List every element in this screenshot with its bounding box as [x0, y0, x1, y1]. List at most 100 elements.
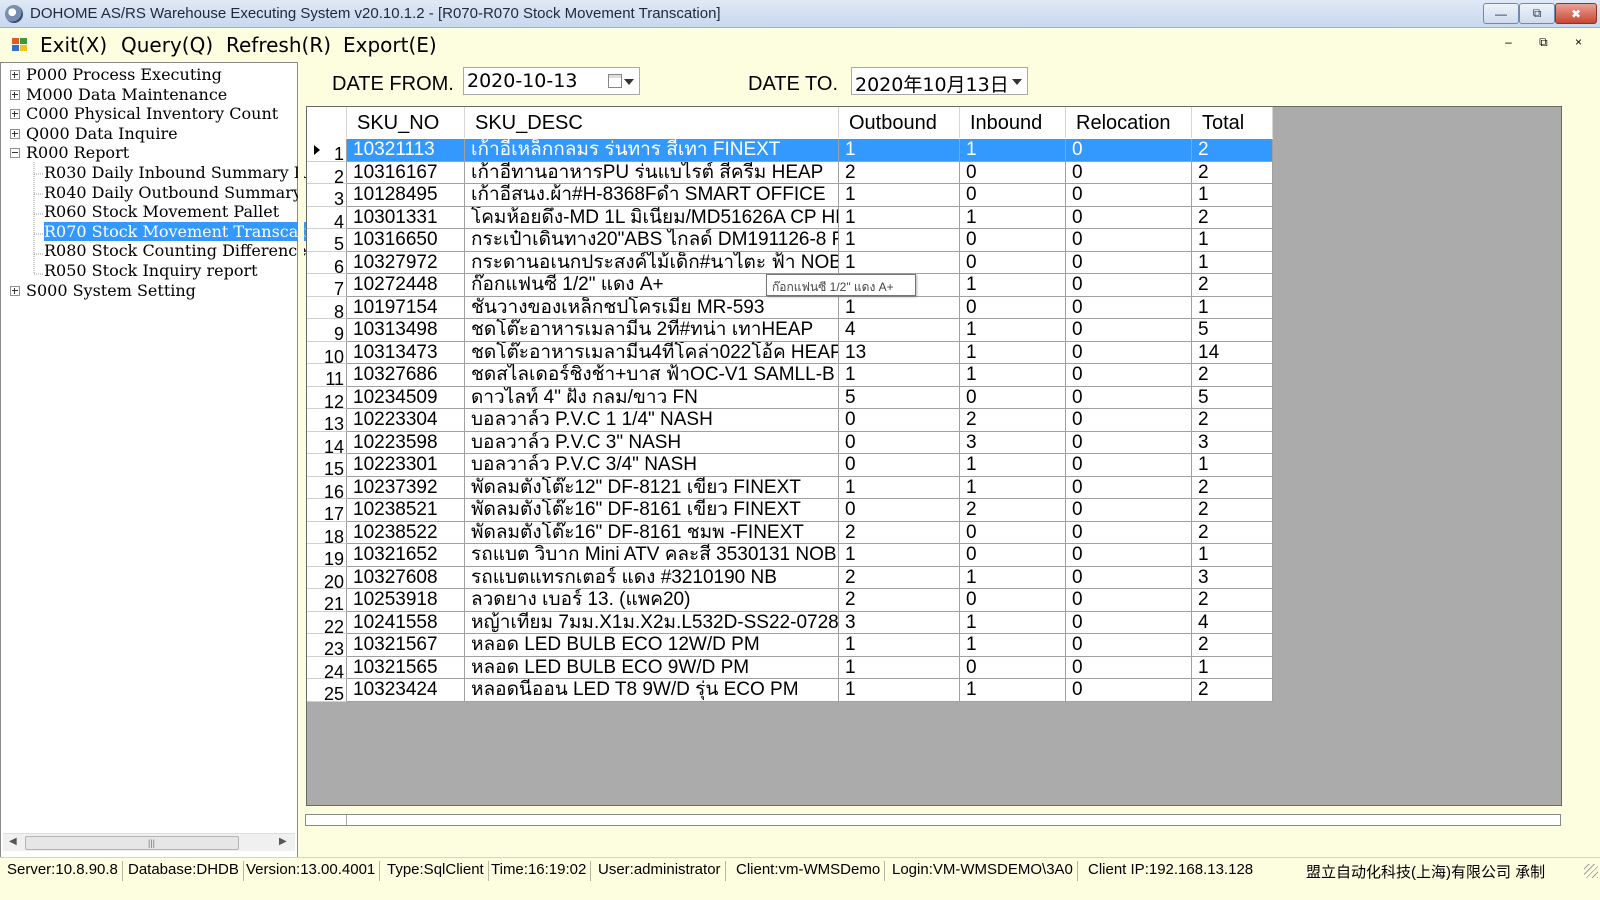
menu-refresh[interactable]: Refresh(R)	[226, 33, 331, 57]
cell-total[interactable]: 2	[1192, 161, 1273, 184]
tree-item[interactable]: M000 Data Maintenance	[1, 85, 297, 105]
row-header[interactable]: 21	[307, 589, 347, 614]
cell-relocation[interactable]: 0	[1066, 634, 1192, 657]
cell-outbound[interactable]: 2	[839, 161, 960, 184]
table-row[interactable]: 8 10197154 ชันวางของเหล็กชปโครเมีย MR-593 1…	[307, 296, 1273, 322]
cell-inbound[interactable]: 1	[960, 476, 1066, 499]
cell-inbound[interactable]: 0	[960, 386, 1066, 409]
chevron-down-icon[interactable]	[1012, 79, 1022, 85]
cell-sku-desc[interactable]: หลอด LED BULB ECO 9W/D PM	[465, 656, 839, 679]
cell-sku-no[interactable]: 10321567	[347, 634, 465, 657]
mdi-window-controls[interactable]: – ⧉ ×	[1505, 35, 1594, 50]
table-row[interactable]: 17 10238521 พัดลมตังโต๊ะ16" DF-8161 เขียว …	[307, 499, 1273, 524]
cell-outbound[interactable]: 1	[839, 634, 960, 657]
date-to-picker[interactable]: 2020年10月13日	[851, 67, 1028, 96]
cell-sku-no[interactable]: 10234509	[347, 386, 465, 409]
cell-outbound[interactable]: 1	[839, 544, 960, 567]
cell-inbound[interactable]: 1	[960, 634, 1066, 657]
column-header-inbound[interactable]: Inbound	[960, 107, 1066, 138]
close-button[interactable]: ✖	[1555, 3, 1597, 24]
row-header[interactable]: 24	[307, 656, 347, 682]
row-header[interactable]: 16	[307, 476, 347, 502]
cell-relocation[interactable]: 0	[1066, 476, 1192, 499]
cell-relocation[interactable]: 0	[1066, 656, 1192, 679]
column-header-total[interactable]: Total	[1192, 107, 1273, 138]
table-row[interactable]: 10 10313473 ชดโต๊ะอาหารเมลามีน4ทีโคล่า022โ…	[307, 341, 1273, 367]
cell-relocation[interactable]: 0	[1066, 386, 1192, 409]
cell-total[interactable]: 1	[1192, 544, 1273, 567]
cell-sku-no[interactable]: 10128495	[347, 184, 465, 207]
table-row[interactable]: 2 10316167 เก้าอีทานอาหารPU ร่นแบไรต์ สีคร…	[307, 161, 1273, 187]
cell-sku-no[interactable]: 10238522	[347, 521, 465, 544]
cell-relocation[interactable]: 0	[1066, 454, 1192, 477]
scroll-left-icon[interactable]: ◀	[9, 836, 17, 847]
expand-icon[interactable]	[10, 70, 20, 80]
expand-icon[interactable]	[10, 109, 20, 120]
cell-sku-no[interactable]: 10223598	[347, 431, 465, 454]
row-header[interactable]: 10	[307, 341, 347, 367]
cell-inbound[interactable]: 1	[960, 679, 1066, 702]
row-header[interactable]: 4	[307, 206, 347, 232]
cell-sku-desc[interactable]: กระเป๋าเดินทาง20"ABS ไกลด์ DM191126-8 FN	[465, 229, 839, 252]
table-row[interactable]: 20 10327608 รถแบตแทรกเตอร์ แดง #3210190 NB…	[307, 566, 1273, 592]
cell-sku-no[interactable]: 10223304	[347, 409, 465, 432]
tree-item[interactable]: R070 Stock Movement Transcatio	[1, 221, 320, 242]
cell-relocation[interactable]: 0	[1066, 521, 1192, 544]
cell-sku-no[interactable]: 10313498	[347, 319, 465, 342]
cell-outbound[interactable]: 2	[839, 521, 960, 544]
cell-sku-desc[interactable]: บอลวาล์ว P.V.C 3/4" NASH	[465, 454, 839, 477]
cell-inbound[interactable]: 1	[960, 611, 1066, 634]
table-row[interactable]: 15 10223301 บอลวาล์ว P.V.C 3/4" NASH 0 1 0 1	[307, 454, 1273, 479]
cell-inbound[interactable]: 1	[960, 341, 1066, 364]
cell-relocation[interactable]: 0	[1066, 544, 1192, 567]
cell-outbound[interactable]: 1	[839, 656, 960, 679]
cell-total[interactable]: 2	[1192, 364, 1273, 387]
cell-outbound[interactable]: 0	[839, 454, 960, 477]
cell-outbound[interactable]: 1	[839, 206, 960, 229]
cell-total[interactable]: 2	[1192, 589, 1273, 612]
table-row[interactable]: 25 10323424 หลอดนีออน LED T8 9W/D รุ่น ECO…	[307, 679, 1273, 704]
cell-relocation[interactable]: 0	[1066, 611, 1192, 634]
cell-inbound[interactable]: 1	[960, 206, 1066, 229]
cell-inbound[interactable]: 2	[960, 409, 1066, 432]
cell-total[interactable]: 1	[1192, 454, 1273, 477]
detail-grid[interactable]	[305, 814, 1561, 826]
cell-relocation[interactable]: 0	[1066, 409, 1192, 432]
cell-sku-no[interactable]: 10321113	[347, 139, 465, 162]
table-row[interactable]: 19 10321652 รถแบต วิบาก Mini ATV คละสี 353…	[307, 544, 1273, 569]
tree-item[interactable]: C000 Physical Inventory Count	[1, 104, 297, 124]
cell-outbound[interactable]: 4	[839, 319, 960, 342]
expand-icon[interactable]	[10, 128, 20, 139]
cell-sku-no[interactable]: 10313473	[347, 341, 465, 364]
cell-sku-desc[interactable]: ลวดยาง เบอร์ 13. (แพค20)	[465, 589, 839, 612]
cell-outbound[interactable]: 1	[839, 296, 960, 319]
tree-item[interactable]: R000 Report	[1, 143, 297, 163]
table-row[interactable]: 5 10316650 กระเป๋าเดินทาง20"ABS ไกลด์ DM19…	[307, 229, 1273, 254]
row-header[interactable]: 25	[307, 679, 347, 704]
cell-relocation[interactable]: 0	[1066, 341, 1192, 364]
cell-outbound[interactable]: 0	[839, 431, 960, 454]
cell-relocation[interactable]: 0	[1066, 319, 1192, 342]
cell-relocation[interactable]: 0	[1066, 206, 1192, 229]
cell-inbound[interactable]: 1	[960, 274, 1066, 297]
expand-icon[interactable]	[10, 89, 20, 100]
cell-outbound[interactable]: 1	[839, 364, 960, 387]
cell-total[interactable]: 5	[1192, 386, 1273, 409]
cell-outbound[interactable]: 0	[839, 409, 960, 432]
cell-total[interactable]: 5	[1192, 319, 1273, 342]
cell-outbound[interactable]: 1	[839, 229, 960, 252]
row-header[interactable]: 18	[307, 521, 347, 547]
cell-outbound[interactable]: 3	[839, 611, 960, 634]
cell-outbound[interactable]: 13	[839, 341, 960, 364]
resize-grip-icon[interactable]	[1584, 864, 1598, 878]
cell-inbound[interactable]: 0	[960, 544, 1066, 567]
cell-relocation[interactable]: 0	[1066, 139, 1192, 162]
cell-sku-desc[interactable]: พัดลมตังโต๊ะ12" DF-8121 เขียว FINEXT	[465, 476, 839, 499]
panel-splitter[interactable]	[298, 62, 304, 876]
table-row[interactable]: 1 10321113 เก้าอีเหล็กกลมร ร่นทาร สีเทา FI…	[307, 139, 1273, 164]
calendar-icon[interactable]	[608, 74, 622, 88]
cell-total[interactable]: 1	[1192, 251, 1273, 274]
cell-sku-no[interactable]: 10253918	[347, 589, 465, 612]
cell-sku-no[interactable]: 10323424	[347, 679, 465, 702]
table-row[interactable]: 6 10327972 กระดานอเนกประสงค์ไม้เด็ก#นาไตะ …	[307, 251, 1273, 277]
